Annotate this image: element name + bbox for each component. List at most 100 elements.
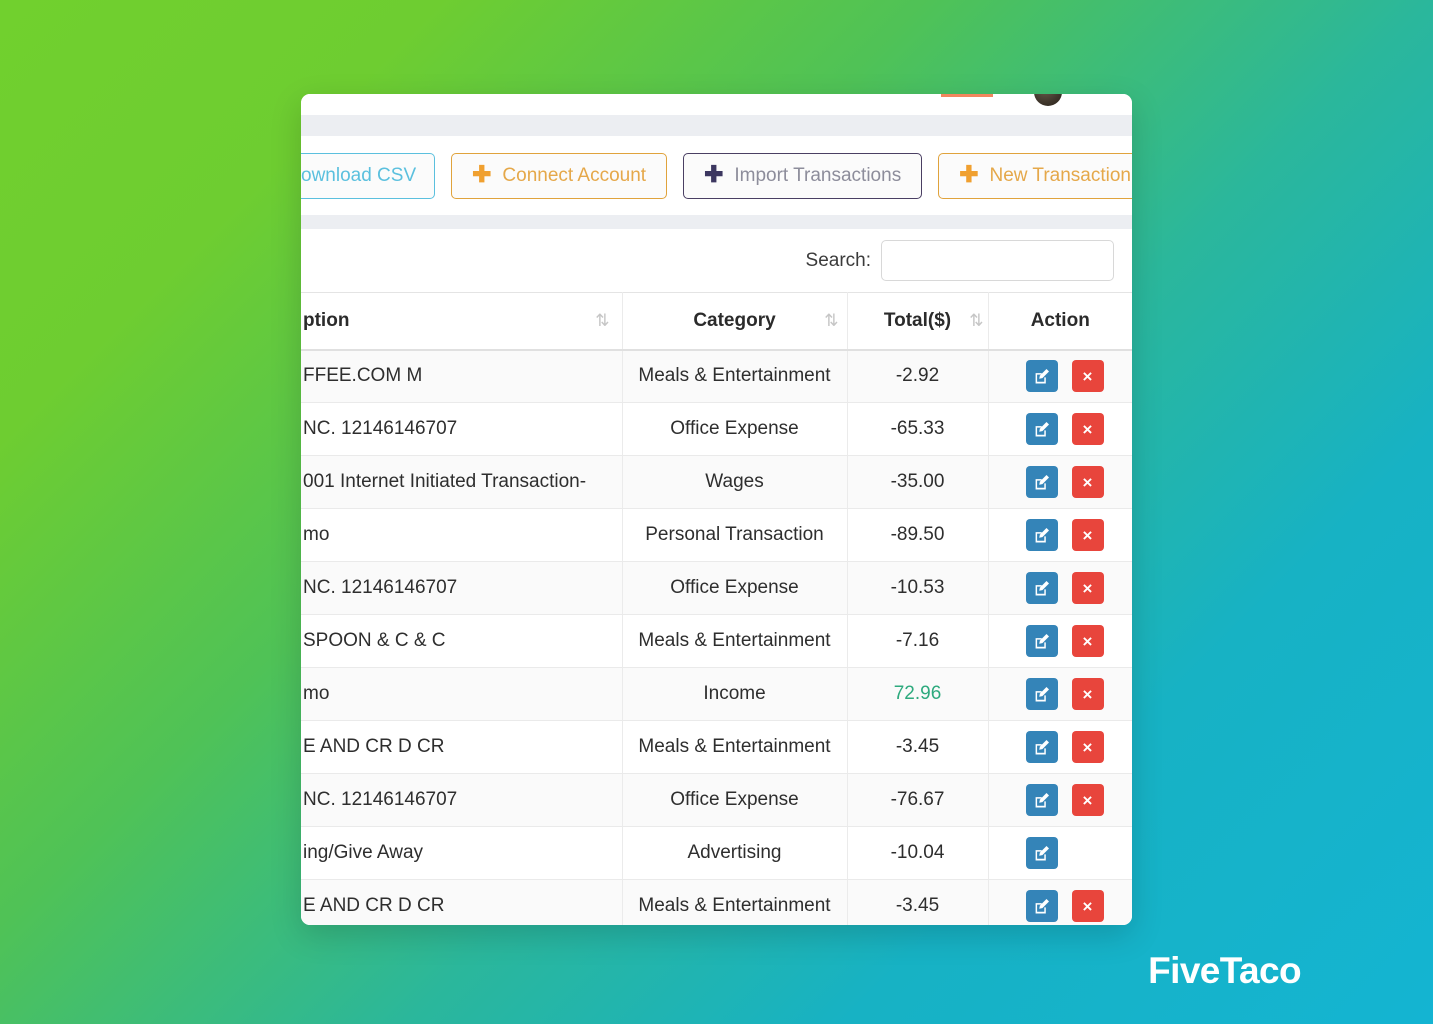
pencil-square-icon bbox=[1035, 421, 1049, 436]
cell-description: 001 Internet Initiated Transaction- bbox=[301, 455, 623, 509]
cell-action: × bbox=[988, 349, 1133, 403]
delete-row-button[interactable]: × bbox=[1071, 572, 1104, 604]
cell-description: E AND CR D CR bbox=[301, 720, 623, 774]
edit-row-button[interactable] bbox=[1025, 360, 1058, 393]
cell-description: mo bbox=[301, 667, 623, 721]
cell-action: × bbox=[988, 455, 1132, 509]
row-action-buttons: × bbox=[1025, 360, 1133, 393]
search-label: Search: bbox=[805, 249, 871, 271]
import-transactions-button[interactable]: ✚ Import Transactions bbox=[683, 152, 923, 199]
pencil-square-icon bbox=[1035, 474, 1049, 489]
table-row: 001 Internet Initiated Transaction- Wages… bbox=[301, 455, 1132, 509]
edit-row-button[interactable] bbox=[1025, 784, 1058, 816]
cell-total: -7.16 bbox=[847, 614, 989, 668]
cell-action: × bbox=[988, 508, 1132, 562]
cell-category: Office Expense bbox=[622, 561, 848, 615]
connect-account-label: Connect Account bbox=[502, 164, 647, 186]
clipped-navbar-strip bbox=[301, 94, 1132, 115]
close-icon: × bbox=[1082, 631, 1093, 651]
toolbar-top-divider bbox=[301, 115, 1132, 136]
avatar[interactable] bbox=[1034, 94, 1062, 106]
cell-description: NC. 12146146707 bbox=[301, 773, 623, 827]
column-header-action: Action bbox=[988, 292, 1132, 351]
action-toolbar: ownload CSV ✚ Connect Account ✚ Import T… bbox=[301, 136, 1132, 215]
download-csv-button[interactable]: ownload CSV bbox=[301, 152, 436, 199]
close-icon: × bbox=[1082, 472, 1093, 492]
delete-row-button[interactable]: × bbox=[1071, 731, 1104, 763]
close-icon: × bbox=[1082, 366, 1093, 386]
column-header-description[interactable]: ption ⇅ bbox=[301, 292, 623, 351]
edit-row-button[interactable] bbox=[1025, 572, 1058, 604]
cell-category: Office Expense bbox=[622, 402, 848, 456]
table-row: NC. 12146146707 Office Expense -10.53 × bbox=[301, 561, 1132, 615]
delete-row-button[interactable]: × bbox=[1071, 466, 1104, 498]
close-icon: × bbox=[1082, 896, 1093, 916]
sort-toggle-icon[interactable]: ⇅ bbox=[824, 311, 838, 331]
cell-action: × bbox=[988, 773, 1132, 827]
plus-icon: ✚ bbox=[704, 161, 724, 187]
cell-category: Meals & Entertainment bbox=[622, 349, 848, 403]
sort-toggle-icon[interactable]: ⇅ bbox=[969, 311, 983, 331]
column-header-category-label: Category bbox=[693, 309, 776, 331]
cell-category: Meals & Entertainment bbox=[622, 720, 848, 774]
download-csv-label: ownload CSV bbox=[301, 164, 417, 186]
delete-row-button[interactable]: × bbox=[1071, 360, 1104, 393]
connect-account-button[interactable]: ✚ Connect Account bbox=[451, 152, 668, 199]
pencil-square-icon bbox=[1035, 633, 1049, 648]
delete-row-button[interactable]: × bbox=[1071, 784, 1104, 816]
pencil-square-icon bbox=[1035, 792, 1049, 807]
delete-row-button[interactable]: × bbox=[1071, 625, 1104, 657]
pencil-square-icon bbox=[1035, 686, 1049, 701]
delete-row-button[interactable]: × bbox=[1071, 678, 1104, 710]
cell-category: Personal Transaction bbox=[622, 508, 848, 562]
edit-row-button[interactable] bbox=[1025, 890, 1058, 922]
new-transaction-button[interactable]: ✚ New Transaction bbox=[938, 152, 1132, 199]
import-transactions-label: Import Transactions bbox=[734, 164, 902, 186]
cell-total: -3.45 bbox=[847, 879, 989, 925]
column-header-category[interactable]: Category ⇅ bbox=[622, 292, 848, 351]
table-header: ption ⇅ Category ⇅ Total($) ⇅ Action bbox=[301, 292, 1132, 351]
edit-row-button[interactable] bbox=[1025, 413, 1058, 445]
row-action-buttons bbox=[1025, 837, 1133, 869]
column-header-total-label: Total($) bbox=[883, 309, 952, 331]
toolbar-bottom-divider bbox=[301, 215, 1132, 229]
delete-row-button[interactable]: × bbox=[1071, 890, 1104, 922]
edit-row-button[interactable] bbox=[1025, 519, 1058, 551]
edit-row-button[interactable] bbox=[1025, 837, 1058, 869]
pencil-square-icon bbox=[1035, 739, 1049, 754]
sort-toggle-icon[interactable]: ⇅ bbox=[595, 311, 609, 331]
delete-row-button[interactable]: × bbox=[1071, 519, 1104, 551]
cell-description: E AND CR D CR bbox=[301, 879, 623, 925]
column-header-action-label: Action bbox=[1030, 309, 1090, 331]
table-row: NC. 12146146707 Office Expense -65.33 × bbox=[301, 402, 1132, 456]
close-icon: × bbox=[1082, 790, 1093, 810]
transactions-table-wrap: ption ⇅ Category ⇅ Total($) ⇅ Action FFE… bbox=[301, 292, 1132, 925]
table-header-row: ption ⇅ Category ⇅ Total($) ⇅ Action bbox=[301, 292, 1132, 351]
cell-category: Meals & Entertainment bbox=[622, 614, 848, 668]
pencil-square-icon bbox=[1035, 845, 1049, 860]
search-input[interactable] bbox=[881, 240, 1114, 281]
cell-action: × bbox=[988, 667, 1132, 721]
column-header-total[interactable]: Total($) ⇅ bbox=[847, 292, 989, 351]
cell-total: -10.53 bbox=[847, 561, 989, 615]
search-area: Search: bbox=[301, 229, 1132, 292]
delete-row-button[interactable]: × bbox=[1071, 413, 1104, 445]
edit-row-button[interactable] bbox=[1025, 678, 1058, 710]
cell-action: × bbox=[988, 614, 1132, 668]
edit-row-button[interactable] bbox=[1025, 625, 1058, 657]
cell-description: mo bbox=[301, 508, 623, 562]
edit-row-button[interactable] bbox=[1025, 731, 1058, 763]
cell-action: × bbox=[988, 879, 1132, 925]
close-icon: × bbox=[1082, 578, 1093, 598]
edit-row-button[interactable] bbox=[1025, 466, 1058, 498]
cell-category: Advertising bbox=[622, 826, 848, 880]
cell-action bbox=[988, 826, 1133, 880]
cell-total: -3.45 bbox=[847, 720, 989, 774]
transactions-table: ption ⇅ Category ⇅ Total($) ⇅ Action FFE… bbox=[301, 292, 1132, 925]
table-row: ing/Give Away Advertising -10.04 bbox=[301, 826, 1133, 880]
table-row: mo Income 72.96 × bbox=[301, 667, 1132, 721]
cell-total: -35.00 bbox=[847, 455, 989, 509]
transactions-card: ownload CSV ✚ Connect Account ✚ Import T… bbox=[301, 94, 1132, 925]
cell-total: -2.92 bbox=[847, 349, 989, 403]
cell-description: SPOON & C & C bbox=[301, 614, 623, 668]
